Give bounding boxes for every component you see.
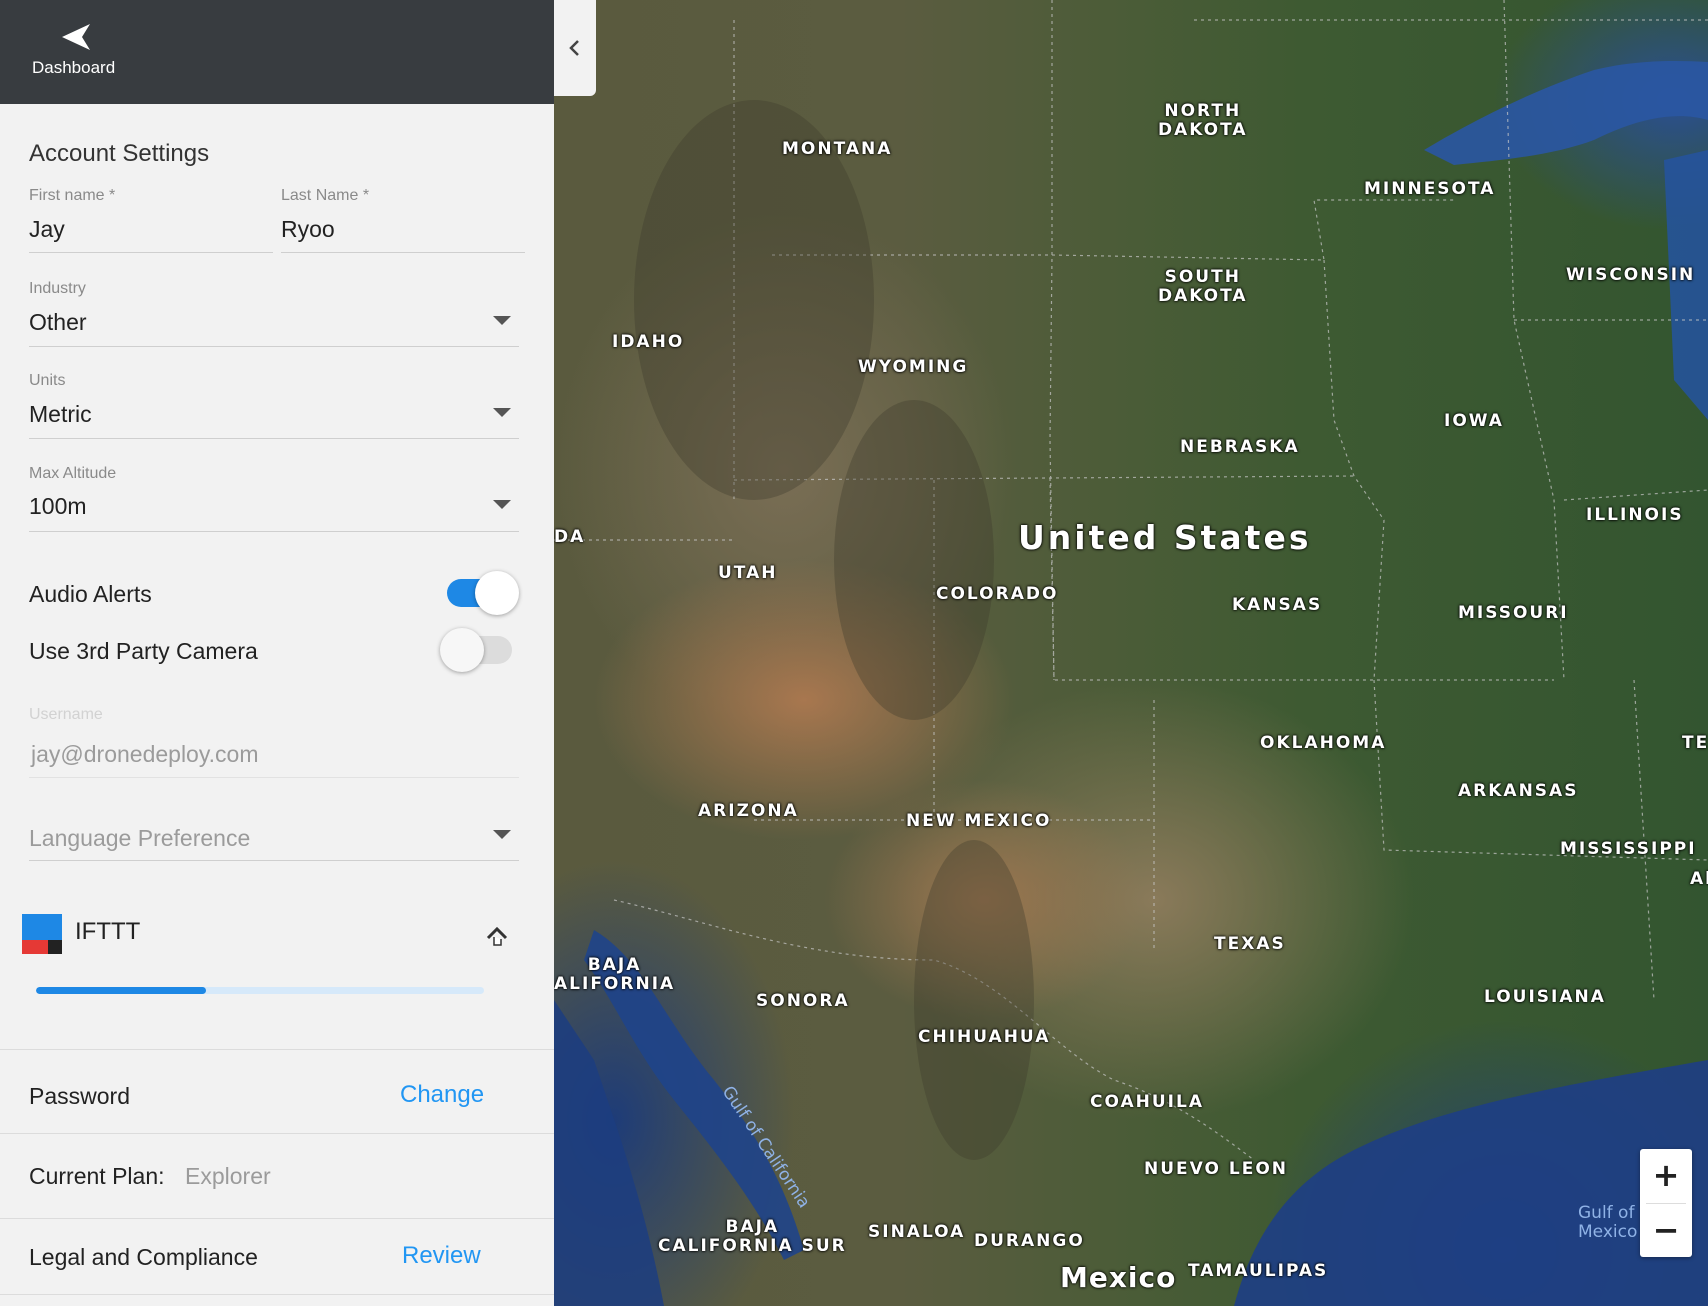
map-label-tamaulipas: TAMAULIPAS — [1188, 1261, 1329, 1281]
last-name-input[interactable]: Ryoo — [281, 216, 335, 243]
map-label-tennessee-partial: TE — [1682, 733, 1708, 753]
zoom-out-button[interactable]: − — [1640, 1204, 1692, 1257]
ifttt-progress-bar — [36, 987, 484, 994]
chevron-left-icon — [569, 40, 579, 56]
map-label-texas: TEXAS — [1214, 934, 1286, 954]
map-label-new-mexico: NEW MEXICO — [906, 811, 1052, 831]
units-dropdown-icon — [493, 408, 511, 417]
map-label-baja-california-sur: BAJA CALIFORNIA SUR — [658, 1217, 847, 1256]
map-label-utah: UTAH — [718, 563, 778, 583]
third-party-camera-label: Use 3rd Party Camera — [29, 638, 258, 664]
settings-sidebar: Dashboard Account Settings First name * … — [0, 0, 554, 1306]
map-label-coahuila: COAHUILA — [1090, 1092, 1204, 1112]
first-name-input[interactable]: Jay — [29, 216, 65, 243]
back-arrow-icon — [62, 24, 90, 50]
industry-value: Other — [29, 309, 87, 335]
section-divider — [0, 1218, 554, 1219]
map-label-sonora: SONORA — [756, 991, 850, 1011]
map-label-sinaloa: SINALOA — [868, 1222, 966, 1242]
map-label-iowa: IOWA — [1444, 411, 1504, 431]
map-label-mexico: Mexico — [1060, 1261, 1177, 1294]
language-underline — [29, 860, 519, 861]
toggle-knob — [440, 628, 484, 672]
sidebar-collapse-button[interactable] — [554, 0, 596, 96]
username-field: jay@dronedeploy.com — [31, 741, 259, 767]
audio-alerts-label: Audio Alerts — [29, 581, 152, 607]
dashboard-label: Dashboard — [32, 58, 116, 77]
language-preference-placeholder: Language Preference — [29, 825, 251, 851]
section-divider — [0, 1049, 554, 1050]
satellite-map[interactable]: MONTANA NORTH DAKOTA MINNESOTA WISCONSIN… — [554, 0, 1708, 1306]
third-party-camera-toggle[interactable] — [440, 628, 516, 672]
map-label-north-dakota: NORTH DAKOTA — [1158, 101, 1248, 140]
lake-michigan-water — [1664, 150, 1708, 420]
zoom-in-button[interactable]: + — [1640, 1149, 1692, 1202]
legal-compliance-label: Legal and Compliance — [29, 1244, 258, 1270]
section-divider — [0, 1133, 554, 1134]
map-label-missouri: MISSOURI — [1458, 603, 1569, 623]
units-value: Metric — [29, 401, 92, 427]
map-label-durango: DURANGO — [974, 1231, 1085, 1251]
industry-dropdown-icon — [493, 316, 511, 325]
max-altitude-underline — [29, 531, 519, 532]
ifttt-progress-fill — [36, 987, 207, 994]
last-name-label: Last Name * — [281, 187, 370, 204]
section-divider — [0, 1294, 554, 1295]
map-label-chihuahua: CHIHUAHUA — [918, 1027, 1051, 1047]
industry-label: Industry — [29, 280, 86, 297]
map-label-montana: MONTANA — [782, 139, 893, 159]
map-label-wyoming: WYOMING — [858, 357, 969, 377]
legal-review-link[interactable]: Review — [402, 1242, 481, 1270]
map-label-arizona: ARIZONA — [698, 801, 799, 821]
units-label: Units — [29, 372, 66, 389]
map-label-alabama-partial: Al — [1690, 869, 1708, 889]
map-label-nebraska: NEBRASKA — [1180, 437, 1300, 457]
great-lakes-water — [1424, 60, 1708, 166]
account-settings-title: Account Settings — [29, 140, 210, 167]
map-label-baja-california: BAJA ALIFORNIA — [554, 955, 676, 994]
toggle-knob — [475, 571, 519, 615]
max-altitude-dropdown-icon — [493, 500, 511, 509]
map-label-arkansas: ARKANSAS — [1458, 781, 1579, 801]
dashboard-back-button[interactable]: Dashboard — [20, 18, 130, 88]
map-label-oklahoma: OKLAHOMA — [1260, 733, 1387, 753]
username-underline — [29, 777, 519, 778]
units-underline — [29, 438, 519, 439]
map-label-mississippi: MISSISSIPPI — [1560, 839, 1697, 859]
password-label: Password — [29, 1083, 130, 1109]
ifttt-integration-name: IFTTT — [75, 918, 141, 945]
chevron-up-icon[interactable] — [484, 924, 510, 948]
first-name-label: First name * — [29, 187, 116, 204]
industry-underline — [29, 346, 519, 347]
change-password-link[interactable]: Change — [400, 1081, 484, 1109]
map-zoom-controls: + − — [1640, 1149, 1692, 1257]
map-label-idaho: IDAHO — [612, 332, 685, 352]
current-plan-value: Explorer — [185, 1163, 271, 1189]
map-label-united-states: United States — [1018, 518, 1312, 557]
max-altitude-label: Max Altitude — [29, 465, 117, 482]
username-label: Username — [29, 706, 103, 723]
audio-alerts-toggle[interactable] — [443, 571, 519, 615]
language-dropdown-icon — [493, 830, 511, 839]
map-label-kansas: KANSAS — [1232, 595, 1323, 615]
map-label-nevada-partial: DA — [554, 527, 586, 547]
map-label-wisconsin: WISCONSIN — [1566, 265, 1696, 285]
map-label-nuevo-leon: NUEVO LEON — [1144, 1159, 1288, 1179]
sidebar-header: Dashboard — [0, 0, 554, 104]
max-altitude-value: 100m — [29, 493, 87, 519]
ifttt-logo-icon — [22, 914, 62, 954]
map-label-illinois: ILLINOIS — [1586, 505, 1684, 525]
map-label-minnesota: MINNESOTA — [1364, 179, 1496, 199]
current-plan-label: Current Plan: — [29, 1163, 165, 1189]
map-label-colorado: COLORADO — [936, 584, 1059, 604]
map-label-louisiana: LOUISIANA — [1484, 987, 1606, 1007]
last-name-underline — [281, 252, 525, 253]
map-label-south-dakota: SOUTH DAKOTA — [1158, 267, 1248, 306]
first-name-underline — [29, 252, 273, 253]
map-label-gulf-of-mexico: Gulf of Mexico — [1578, 1203, 1638, 1242]
